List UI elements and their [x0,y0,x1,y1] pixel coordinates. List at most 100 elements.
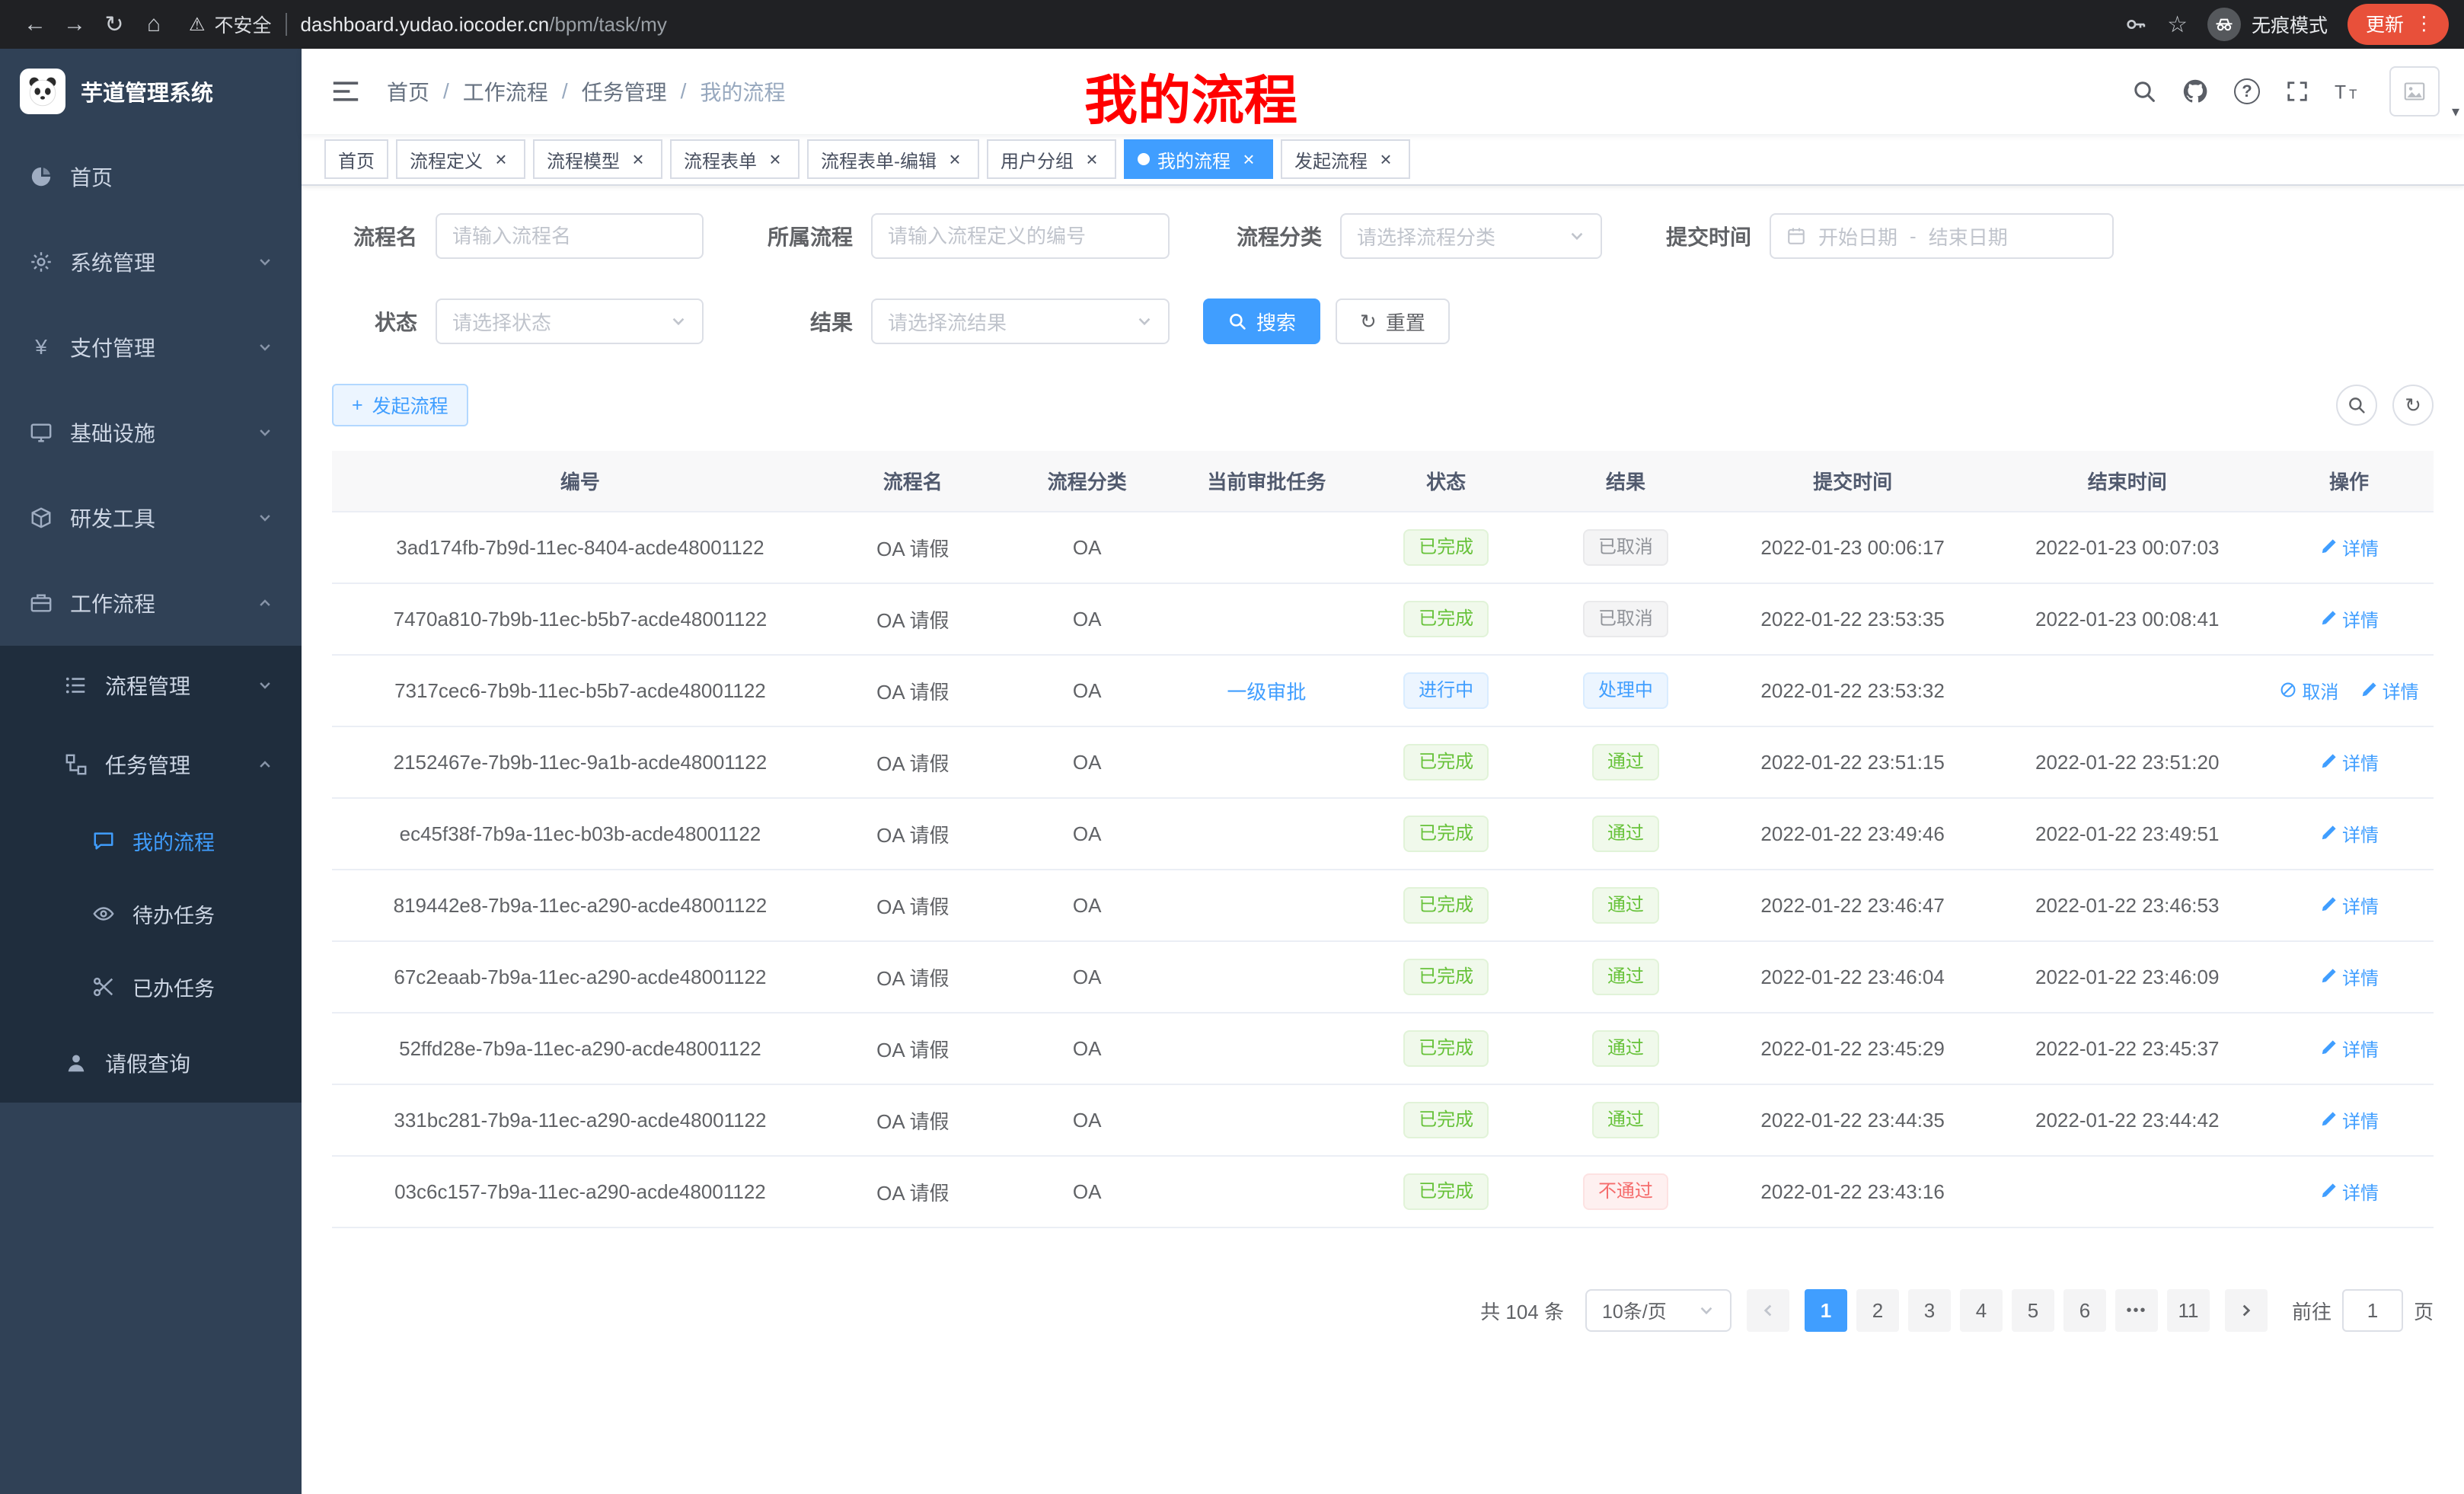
goto-page-input[interactable] [2342,1289,2403,1332]
fullscreen-icon[interactable] [2286,80,2309,103]
password-key-icon[interactable] [2124,13,2147,36]
sidebar-item-payment[interactable]: ¥ 支付管理 [0,305,302,390]
detail-action[interactable]: 详情 [2319,534,2379,560]
search-button[interactable]: 搜索 [1203,298,1320,344]
sidebar-item-leave-query[interactable]: 请假查询 [0,1023,302,1103]
hamburger-icon[interactable] [326,73,365,110]
browser-update-button[interactable]: 更新 ⋮ [2348,4,2449,45]
detail-action[interactable]: 详情 [2319,1106,2379,1133]
detail-action[interactable]: 详情 [2360,677,2419,704]
breadcrumb-home[interactable]: 首页 [387,76,429,107]
page-size-select[interactable]: 10条/页 [1585,1289,1732,1332]
sidebar-item-devtools[interactable]: 研发工具 [0,475,302,560]
result-label: 结果 [737,306,853,337]
tab-close-icon[interactable]: × [944,148,965,170]
address-bar[interactable]: dashboard.yudao.iocoder.cn/bpm/task/my [301,13,667,37]
page-button-3[interactable]: 3 [1908,1289,1951,1332]
detail-action[interactable]: 详情 [2319,963,2379,990]
detail-action[interactable]: 详情 [2319,1178,2379,1205]
create-process-label: 发起流程 [372,391,448,419]
sidebar-item-my-processes[interactable]: 我的流程 [0,804,302,877]
category-select[interactable]: 请选择流程分类 [1340,213,1602,259]
bookmark-star-icon[interactable]: ☆ [2167,11,2188,38]
sidebar-item-task-management[interactable]: 任务管理 [0,725,302,804]
tab[interactable]: 我的流程 × [1124,139,1273,179]
detail-action[interactable]: 详情 [2319,749,2379,775]
tab-close-icon[interactable]: × [1375,148,1396,170]
page-button-11[interactable]: 11 [2167,1289,2210,1332]
detail-action-label: 详情 [2342,1035,2379,1061]
tab[interactable]: 首页 [324,139,388,179]
detail-action[interactable]: 详情 [2319,605,2379,632]
page-button-6[interactable]: 6 [2063,1289,2106,1332]
next-page-button[interactable] [2225,1289,2268,1332]
detail-action-label: 详情 [2383,677,2419,704]
tab[interactable]: 流程表单-编辑 × [807,139,979,179]
refresh-table-button[interactable]: ↻ [2392,385,2434,426]
reset-button[interactable]: ↻ 重置 [1336,298,1450,344]
page-button-2[interactable]: 2 [1856,1289,1899,1332]
font-size-icon[interactable]: TT [2335,81,2363,102]
tab[interactable]: 用户分组 × [987,139,1116,179]
status-select[interactable]: 请选择状态 [436,298,704,344]
browser-reload-button[interactable]: ↻ [94,5,134,44]
tab[interactable]: 发起流程 × [1281,139,1410,179]
detail-action[interactable]: 详情 [2319,892,2379,918]
page-ellipsis[interactable]: ••• [2115,1289,2158,1332]
start-date-placeholder[interactable]: 开始日期 [1818,222,1897,251]
avatar-caret-icon[interactable]: ▾ [2452,102,2459,121]
breadcrumb-workflow[interactable]: 工作流程 [463,76,548,107]
end-date-placeholder[interactable]: 结束日期 [1929,222,2008,251]
tab-close-icon[interactable]: × [490,148,512,170]
tab[interactable]: 流程定义 × [396,139,525,179]
page-button-4[interactable]: 4 [1960,1289,2003,1332]
sidebar-item-done-tasks[interactable]: 已办任务 [0,950,302,1023]
sidebar-item-process-management[interactable]: 流程管理 [0,646,302,725]
tab[interactable]: 流程模型 × [533,139,662,179]
prev-page-button[interactable] [1747,1289,1789,1332]
sidebar-item-home[interactable]: 首页 [0,134,302,219]
browser-home-button[interactable]: ⌂ [134,5,174,44]
browser-forward-button[interactable]: → [55,5,94,44]
tab[interactable]: 流程表单 × [670,139,800,179]
browser-menu-dots-icon[interactable]: ⋮ [2415,12,2434,35]
sidebar-item-system[interactable]: 系统管理 [0,219,302,305]
tab-close-icon[interactable]: × [627,148,649,170]
page-button-5[interactable]: 5 [2012,1289,2054,1332]
cell-end-time: 2022-01-22 23:51:20 [1990,726,2265,798]
table-row: 3ad174fb-7b9d-11ec-8404-acde48001122 OA … [332,512,2434,583]
cancel-action[interactable]: 取消 [2279,677,2338,704]
owner-process-input[interactable] [871,213,1170,259]
chevron-down-icon [257,340,273,355]
page-content: 流程名 所属流程 流程分类 请选择流程分类 提交时间 [302,186,2464,1494]
result-select[interactable]: 请选择流结果 [871,298,1170,344]
header-search-icon[interactable] [2132,79,2156,104]
process-name-input-field[interactable] [452,225,687,248]
sidebar-item-infrastructure[interactable]: 基础设施 [0,390,302,475]
tab-close-icon[interactable]: × [1238,148,1259,170]
create-process-button[interactable]: + 发起流程 [332,384,468,426]
cancel-action-label: 取消 [2302,677,2338,704]
avatar[interactable]: ▾ [2389,66,2440,117]
tab-close-icon[interactable]: × [764,148,786,170]
submit-time-range-picker[interactable]: 开始日期 - 结束日期 [1770,213,2114,259]
owner-process-input-field[interactable] [888,225,1153,248]
app-logo[interactable]: 芋道管理系统 [0,49,302,134]
show-search-toggle-button[interactable] [2336,385,2377,426]
sidebar-item-todo-tasks[interactable]: 待办任务 [0,877,302,950]
tab-close-icon[interactable]: × [1081,148,1103,170]
github-icon[interactable] [2182,78,2208,104]
process-name-input[interactable] [436,213,704,259]
current-task-link[interactable]: 一级审批 [1227,681,1306,704]
breadcrumb-task-management[interactable]: 任务管理 [582,76,667,107]
cell-result: 处理中 [1536,655,1716,726]
person-icon [64,1052,88,1074]
help-icon[interactable]: ? [2234,78,2260,104]
browser-back-button[interactable]: ← [15,5,55,44]
yen-icon: ¥ [29,335,53,359]
sidebar-item-workflow[interactable]: 工作流程 [0,560,302,646]
detail-action[interactable]: 详情 [2319,820,2379,847]
site-security-indicator[interactable]: ⚠ 不安全 [189,11,272,38]
detail-action[interactable]: 详情 [2319,1035,2379,1061]
page-button-1[interactable]: 1 [1805,1289,1847,1332]
